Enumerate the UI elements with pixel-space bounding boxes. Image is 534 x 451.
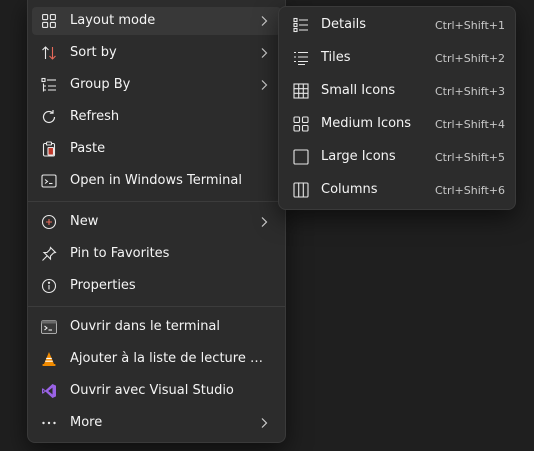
plus-circle-icon [41, 214, 57, 230]
info-icon [41, 278, 57, 294]
submenu-item-label: Details [321, 17, 367, 32]
menu-item-label: Refresh [70, 109, 120, 124]
shortcut-text: Ctrl+Shift+3 [434, 85, 505, 98]
menu-item-layout-mode[interactable]: Layout mode [32, 7, 281, 35]
large-icon-square-icon [293, 149, 309, 165]
context-menu: Layout mode Sort by Group By Refresh Pas… [27, 0, 286, 443]
menu-item-sort-by[interactable]: Sort by [32, 39, 281, 67]
visual-studio-icon [41, 383, 57, 399]
terminal-app-icon [41, 319, 57, 335]
columns-icon [293, 182, 309, 198]
submenu-item-details[interactable]: Details Ctrl+Shift+1 [283, 11, 511, 39]
group-list-icon [41, 77, 57, 93]
shortcut-text: Ctrl+Shift+5 [434, 151, 505, 164]
refresh-icon [41, 109, 57, 125]
menu-separator [28, 306, 285, 307]
menu-item-new[interactable]: New [32, 208, 281, 236]
layout-mode-submenu: Details Ctrl+Shift+1 Tiles Ctrl+Shift+2 … [278, 6, 516, 210]
shortcut-text: Ctrl+Shift+1 [434, 19, 505, 32]
menu-item-label: Ouvrir avec Visual Studio [70, 383, 234, 398]
sort-arrows-icon [41, 45, 57, 61]
chevron-right-icon [259, 15, 269, 27]
menu-item-label: Pin to Favorites [70, 246, 170, 261]
menu-item-ouvrir-avec-visual-studio[interactable]: Ouvrir avec Visual Studio [32, 377, 281, 405]
menu-item-more[interactable]: More [32, 409, 281, 437]
shortcut-text: Ctrl+Shift+2 [434, 52, 505, 65]
medium-icons-grid-icon [293, 116, 309, 132]
chevron-right-icon [259, 417, 269, 429]
menu-item-properties[interactable]: Properties [32, 272, 281, 300]
more-dots-icon [41, 415, 57, 431]
menu-item-label: Paste [70, 141, 106, 156]
menu-item-group-by[interactable]: Group By [32, 71, 281, 99]
submenu-item-tiles[interactable]: Tiles Ctrl+Shift+2 [283, 44, 511, 72]
chevron-right-icon [259, 79, 269, 91]
submenu-item-columns[interactable]: Columns Ctrl+Shift+6 [283, 176, 511, 204]
menu-item-label: Sort by [70, 45, 117, 60]
menu-item-label: Open in Windows Terminal [70, 173, 242, 188]
chevron-right-icon [259, 216, 269, 228]
submenu-item-label: Columns [321, 182, 378, 197]
menu-item-open-in-windows-terminal[interactable]: Open in Windows Terminal [32, 167, 281, 195]
terminal-icon [41, 173, 57, 189]
submenu-item-label: Small Icons [321, 83, 396, 98]
shortcut-text: Ctrl+Shift+6 [434, 184, 505, 197]
shortcut-text: Ctrl+Shift+4 [434, 118, 505, 131]
details-list-icon [293, 17, 309, 33]
pin-icon [41, 246, 57, 262]
small-icons-grid-icon [293, 83, 309, 99]
menu-separator [28, 201, 285, 202]
menu-item-label: Properties [70, 278, 136, 293]
submenu-item-medium-icons[interactable]: Medium Icons Ctrl+Shift+4 [283, 110, 511, 138]
menu-item-pin-to-favorites[interactable]: Pin to Favorites [32, 240, 281, 268]
vlc-cone-icon [41, 351, 57, 367]
menu-item-ajouter-liste-lecture[interactable]: Ajouter à la liste de lecture de... [32, 345, 281, 373]
submenu-item-label: Medium Icons [321, 116, 412, 131]
menu-item-label: Group By [70, 77, 131, 92]
menu-item-label: More [70, 415, 103, 430]
menu-item-label: Layout mode [70, 13, 156, 28]
menu-item-label: New [70, 214, 99, 229]
menu-item-label: Ouvrir dans le terminal [70, 319, 221, 334]
menu-item-paste[interactable]: Paste [32, 135, 281, 163]
submenu-item-label: Large Icons [321, 149, 396, 164]
menu-item-label: Ajouter à la liste de lecture de... [70, 351, 270, 366]
menu-item-refresh[interactable]: Refresh [32, 103, 281, 131]
submenu-item-small-icons[interactable]: Small Icons Ctrl+Shift+3 [283, 77, 511, 105]
clipboard-icon [41, 141, 57, 157]
tiles-list-icon [293, 50, 309, 66]
submenu-item-large-icons[interactable]: Large Icons Ctrl+Shift+5 [283, 143, 511, 171]
chevron-right-icon [259, 47, 269, 59]
submenu-item-label: Tiles [321, 50, 351, 65]
menu-item-ouvrir-dans-le-terminal[interactable]: Ouvrir dans le terminal [32, 313, 281, 341]
layout-grid-icon [41, 13, 57, 29]
